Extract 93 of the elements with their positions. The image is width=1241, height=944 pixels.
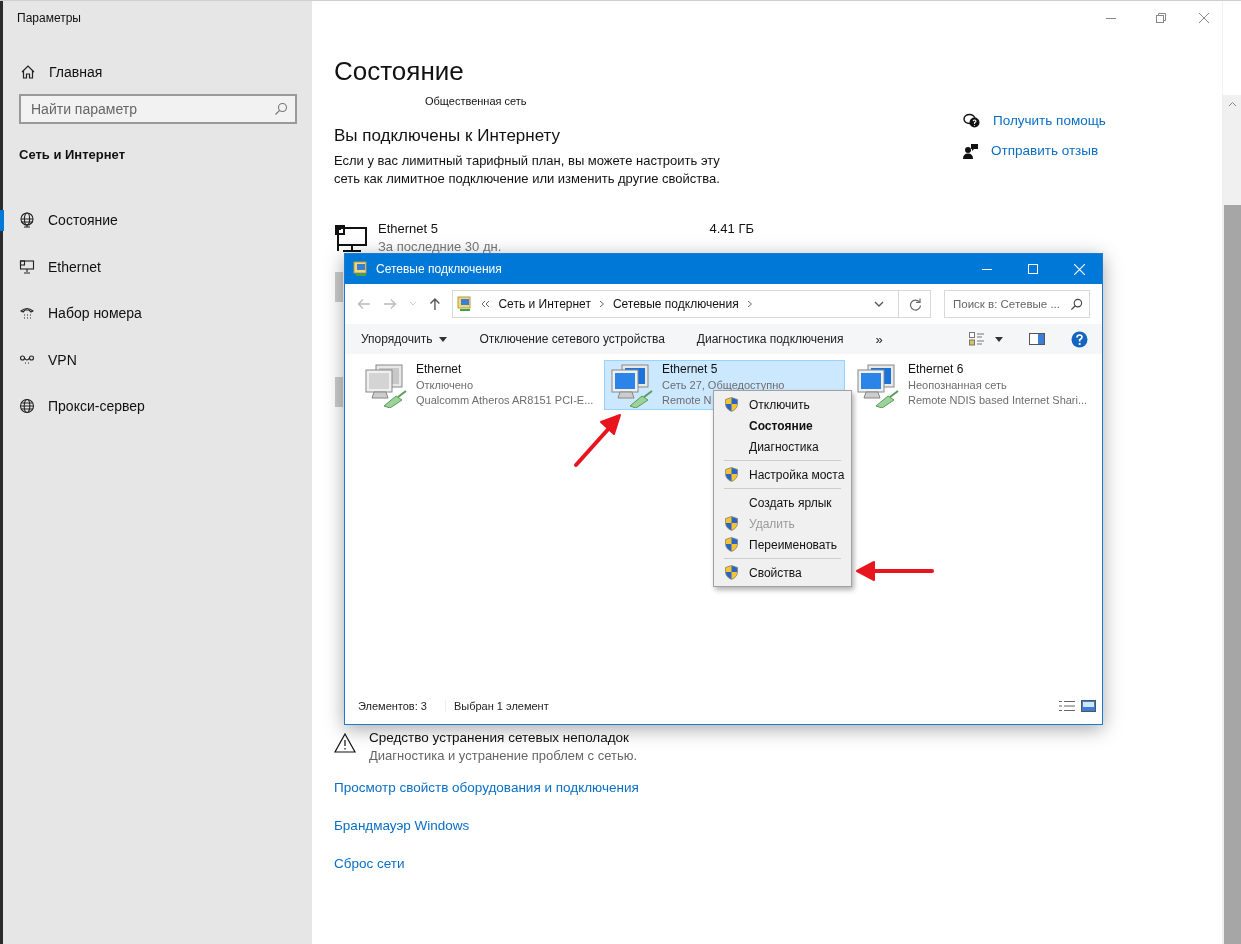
- shield-icon: [725, 537, 738, 552]
- menu-item[interactable]: Настройка моста: [716, 464, 849, 485]
- nav-item[interactable]: Набор номера: [3, 290, 312, 337]
- up-arrow-icon[interactable]: [428, 297, 441, 311]
- nav-item[interactable]: VPN: [3, 336, 312, 383]
- button-edge: [335, 377, 343, 407]
- connection-status: Сеть 27, Общедоступно: [662, 377, 785, 393]
- chat-question-icon: [963, 113, 981, 129]
- tiles-view-icon[interactable]: [1081, 700, 1096, 712]
- nav-item[interactable]: Ethernet: [3, 243, 312, 290]
- shield-icon: [725, 397, 738, 412]
- settings-link[interactable]: Брандмауэр Windows: [334, 817, 470, 835]
- help-link[interactable]: Получить помощь: [963, 112, 1106, 130]
- pointer-arrow: [574, 414, 621, 467]
- troubleshooter-title: Средство устранения сетевых неполадок: [369, 729, 630, 747]
- breadcrumb-item[interactable]: Сетевые подключения: [612, 297, 739, 311]
- home-icon: [20, 64, 36, 80]
- search-field[interactable]: Найти параметр: [19, 94, 297, 124]
- troubleshooter-subtitle: Диагностика и устранение проблем с сетью.: [369, 747, 638, 765]
- button-edge: [335, 272, 343, 302]
- nav-item[interactable]: Состояние: [3, 197, 312, 244]
- connection-device: Remote NDIS based Internet Shari...: [908, 393, 1088, 408]
- adapter-name: Ethernet 5: [378, 220, 439, 238]
- connection-device: Qualcomm Atheros AR8151 PCI-E...: [416, 393, 594, 408]
- back-arrow-icon[interactable]: [357, 298, 371, 310]
- scroll-up-icon[interactable]: [1227, 101, 1237, 107]
- settings-link[interactable]: Сброс сети: [334, 855, 405, 873]
- network-folder-icon: [353, 261, 369, 277]
- connection-status: Отключено: [416, 377, 473, 393]
- scroll-thumb[interactable]: [1223, 205, 1241, 944]
- monitor-icon: [19, 258, 35, 275]
- command-button[interactable]: Отключение сетевого устройства: [473, 329, 671, 349]
- adapter-period: За последние 30 дн.: [378, 238, 503, 256]
- connection-status: Неопознанная сеть: [908, 377, 1007, 393]
- globe-icon: [19, 398, 35, 415]
- close-icon: [1199, 12, 1209, 23]
- home-link[interactable]: Главная: [20, 64, 103, 80]
- maximize-icon: [1028, 264, 1038, 274]
- address-bar[interactable]: Сеть и Интернет Сетевые подключения: [452, 290, 931, 318]
- connection-device: Remote N: [662, 393, 712, 408]
- nav-item[interactable]: Прокси-сервер: [3, 383, 312, 430]
- shield-icon: [725, 467, 738, 482]
- connection-name: Ethernet 5: [662, 362, 718, 378]
- scrollbar[interactable]: [1222, 1, 1241, 944]
- phone-icon: [19, 305, 35, 322]
- settings-link[interactable]: Просмотр свойств оборудования и подключения: [334, 779, 639, 797]
- connection-item[interactable]: Ethernet Отключено Qualcomm Atheros AR8151 PCI-E...: [358, 360, 599, 410]
- monitor-icon: [334, 224, 368, 254]
- status-headline: Вы подключены к Интернету: [334, 125, 561, 147]
- section-heading: Сеть и Интернет: [19, 147, 126, 162]
- window-title: Сетевые подключения: [376, 262, 502, 276]
- chevron-right-icon: [598, 300, 605, 308]
- help-link[interactable]: Отправить отзыв: [963, 142, 1099, 160]
- window-title: Параметры: [17, 10, 82, 26]
- globe-monitor-icon: [19, 212, 35, 229]
- menu-item[interactable]: Свойства: [716, 562, 849, 583]
- chevron-right-icon: [746, 300, 753, 308]
- shield-icon: [725, 565, 738, 580]
- refresh-icon[interactable]: [909, 297, 922, 311]
- connection-name: Ethernet: [416, 362, 462, 378]
- search-icon: [274, 102, 288, 116]
- forward-arrow-icon[interactable]: [382, 298, 397, 310]
- caret-icon: [439, 336, 448, 342]
- command-button[interactable]: Диагностика подключения: [690, 329, 850, 349]
- warning-icon: [334, 733, 356, 753]
- page-title: Состояние: [334, 55, 464, 87]
- restore-icon: [1156, 12, 1166, 23]
- view-options-icon[interactable]: [969, 332, 985, 346]
- status-text: Выбран 1 элемент: [444, 700, 561, 712]
- connection-name: Ethernet 6: [908, 362, 964, 378]
- menu-item[interactable]: Переименовать: [716, 534, 849, 555]
- shield-icon: [725, 516, 738, 531]
- caret-icon[interactable]: [874, 301, 884, 307]
- close-icon: [1073, 263, 1085, 275]
- status-text: Элементов: 3: [358, 700, 428, 712]
- breadcrumb-item[interactable]: Сеть и Интернет: [498, 297, 591, 311]
- status-description: Если у вас лимитный тарифный план, вы можете настроить эту сеть как лимитное подключение или изменить другие свойства.: [334, 152, 721, 188]
- person-chat-icon: [963, 143, 979, 159]
- search-icon: [1070, 298, 1083, 311]
- menu-item[interactable]: Создать ярлык: [716, 492, 849, 513]
- details-view-icon[interactable]: [1059, 700, 1075, 712]
- help-icon[interactable]: [1071, 330, 1088, 348]
- menu-item[interactable]: Диагностика: [716, 436, 849, 457]
- network-folder-icon: [457, 296, 474, 312]
- more-button[interactable]: »: [869, 328, 889, 350]
- menu-item[interactable]: Состояние: [716, 415, 849, 436]
- double-chevron-icon: [481, 300, 491, 308]
- preview-pane-icon[interactable]: [1029, 333, 1045, 345]
- connection-item[interactable]: Ethernet 6 Неопознанная сеть Remote NDIS based Internet Shari...: [850, 360, 1091, 410]
- data-usage: 4.41 ГБ: [709, 220, 754, 238]
- network-type: Общественная сеть: [425, 94, 527, 108]
- caret-icon[interactable]: [995, 336, 1003, 342]
- command-button[interactable]: Упорядочить: [355, 329, 454, 349]
